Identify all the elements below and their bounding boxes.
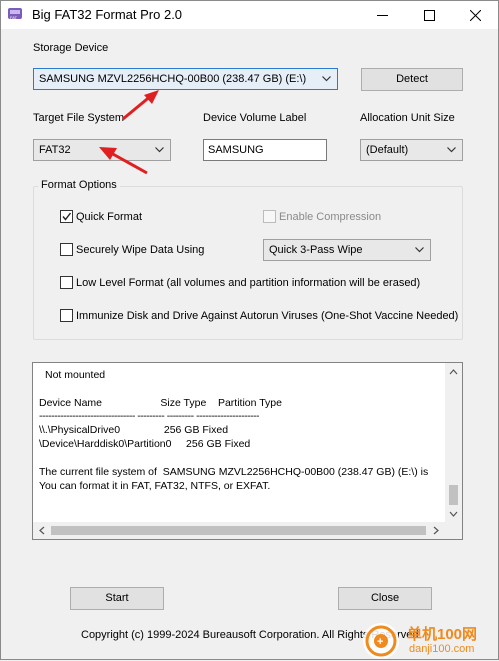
low-level-format-label: Low Level Format (all volumes and partit… [76, 277, 421, 289]
watermark-url: danji100.com [409, 643, 475, 655]
immunize-checkbox[interactable] [60, 309, 73, 322]
minimize-icon [376, 14, 388, 16]
checkmark-icon [62, 212, 72, 221]
horizontal-scrollbar[interactable] [33, 522, 462, 539]
storage-device-label: Storage Device [33, 42, 109, 54]
secure-wipe-checkbox[interactable] [60, 243, 73, 256]
chevron-down-icon [415, 247, 424, 253]
start-button[interactable]: Start [70, 587, 164, 610]
chevron-down-icon [155, 147, 164, 153]
scroll-right-icon[interactable] [430, 522, 442, 539]
vertical-scroll-thumb[interactable] [449, 485, 458, 505]
quick-format-checkbox[interactable] [60, 210, 73, 223]
volume-label-input[interactable]: SAMSUNG [203, 139, 327, 161]
enable-compression-checkbox[interactable] [263, 210, 276, 223]
low-level-format-checkbox[interactable] [60, 276, 73, 289]
target-file-system-value: FAT32 [39, 144, 71, 156]
secure-wipe-label: Securely Wipe Data Using [76, 244, 205, 256]
scroll-up-icon[interactable] [445, 366, 462, 378]
wipe-method-value: Quick 3-Pass Wipe [269, 244, 363, 256]
target-file-system-label: Target File System [33, 112, 125, 124]
svg-text:+: + [377, 636, 383, 648]
log-line: Device Name Size Type Partition Type [39, 397, 282, 409]
chevron-down-icon [447, 147, 456, 153]
immunize-label: Immunize Disk and Drive Against Autorun … [76, 310, 459, 322]
app-icon: FAT [8, 8, 22, 20]
wipe-method-select[interactable]: Quick 3-Pass Wipe [263, 239, 431, 261]
window-title: Big FAT32 Format Pro 2.0 [32, 7, 183, 22]
annotation-arrow-icon [122, 90, 159, 121]
svg-text:FAT: FAT [10, 15, 18, 20]
detect-button[interactable]: Detect [361, 68, 463, 91]
log-line: -------------------------------- -------… [39, 410, 260, 422]
horizontal-scroll-thumb[interactable] [51, 526, 426, 535]
allocation-unit-size-value: (Default) [366, 144, 409, 156]
vertical-scrollbar[interactable] [445, 363, 462, 522]
app-window: FAT Big FAT32 Format Pro 2.0 Storage Dev… [0, 0, 499, 660]
storage-device-select[interactable]: SAMSUNG MZVL2256HCHQ-00B00 (238.47 GB) (… [33, 68, 338, 90]
close-button[interactable]: Close [338, 587, 432, 610]
maximize-button[interactable] [406, 1, 452, 29]
minimize-button[interactable] [359, 1, 405, 29]
chevron-down-icon [322, 76, 331, 82]
device-volume-label-label: Device Volume Label [203, 112, 307, 124]
log-line: The current file system of SAMSUNG MZVL2… [39, 466, 429, 478]
format-options-title: Format Options [38, 179, 120, 191]
close-window-button[interactable] [452, 1, 498, 29]
volume-label-value: SAMSUNG [208, 144, 264, 156]
watermark-text: 单机100网 [407, 626, 478, 643]
log-line: \\.\PhysicalDrive0 256 GB Fixed [39, 424, 229, 436]
log-line: \Device\Harddisk0\Partition0 256 GB Fixe… [39, 438, 251, 450]
quick-format-label: Quick Format [76, 211, 143, 223]
scroll-left-icon[interactable] [36, 522, 48, 539]
allocation-unit-size-select[interactable]: (Default) [360, 139, 463, 161]
watermark: + 单机100网 danji100.com [359, 621, 499, 661]
storage-device-value: SAMSUNG MZVL2256HCHQ-00B00 (238.47 GB) (… [39, 73, 307, 85]
log-output[interactable]: Not mounted Device Name Size Type Partit… [32, 362, 463, 540]
log-line: Not mounted [45, 369, 106, 381]
allocation-unit-size-label: Allocation Unit Size [360, 112, 455, 124]
scroll-down-icon[interactable] [445, 508, 462, 520]
close-icon [469, 9, 481, 21]
watermark-logo-icon: + [363, 623, 399, 659]
title-bar: FAT Big FAT32 Format Pro 2.0 [1, 1, 498, 29]
annotation-arrow-icon [99, 147, 148, 175]
maximize-icon [423, 9, 435, 21]
enable-compression-label: Enable Compression [279, 211, 382, 223]
log-line: You can format it in FAT, FAT32, NTFS, o… [39, 480, 271, 492]
